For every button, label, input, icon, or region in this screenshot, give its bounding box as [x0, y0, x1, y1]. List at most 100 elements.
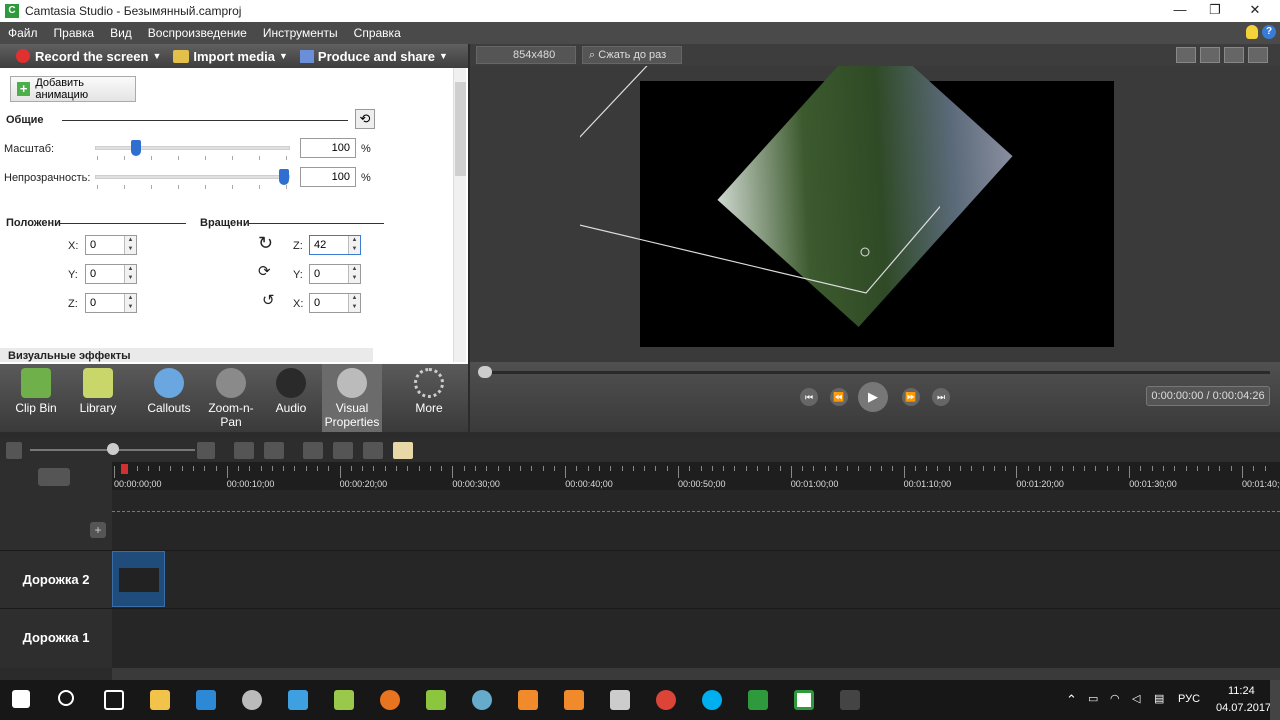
camtasia-taskbar-icon[interactable] — [748, 690, 768, 710]
skype-icon[interactable] — [702, 690, 722, 710]
add-animation-button[interactable]: + Добавить анимацию — [10, 76, 136, 102]
scrollbar-thumb[interactable] — [455, 82, 466, 176]
menu-file[interactable]: Файл — [0, 26, 46, 40]
search-icon[interactable] — [58, 690, 74, 706]
language-indicator[interactable]: РУС — [1178, 693, 1200, 705]
menu-playback[interactable]: Воспроизведение — [140, 26, 255, 40]
zoom-out-icon[interactable] — [6, 442, 22, 459]
menu-tools[interactable]: Инструменты — [255, 26, 346, 40]
playhead[interactable] — [121, 464, 128, 474]
zoom-in-icon[interactable] — [197, 442, 215, 459]
maximize-button[interactable]: ❐ — [1195, 0, 1235, 22]
produce-share-button[interactable]: Produce and share ▼ — [294, 49, 454, 64]
rot-x-input[interactable]: 0 ▲ ▼ — [309, 293, 361, 313]
media-clip[interactable] — [112, 551, 165, 607]
movie-app-icon[interactable] — [840, 690, 860, 710]
spinner-arrows[interactable]: ▲ ▼ — [124, 236, 136, 254]
scale-slider-track[interactable] — [95, 146, 290, 150]
zoom-slider-knob[interactable] — [107, 443, 119, 455]
app-icon[interactable] — [564, 690, 584, 710]
close-button[interactable]: ✕ — [1235, 0, 1275, 22]
tab-zoom-n-pan[interactable]: Zoom-n-Pan — [200, 364, 262, 432]
play-button[interactable]: ▶ — [858, 382, 888, 412]
calculator-icon[interactable] — [610, 690, 630, 710]
app-icon[interactable] — [426, 690, 446, 710]
app-icon[interactable] — [472, 690, 492, 710]
props-scrollbar[interactable] — [453, 68, 466, 362]
skip-end-icon[interactable]: ⏭ — [932, 388, 950, 406]
gear-app-icon[interactable] — [242, 690, 262, 710]
spinner-arrows[interactable]: ▲ ▼ — [348, 265, 360, 283]
scale-input[interactable]: 100 — [300, 138, 356, 158]
chrome-icon[interactable] — [656, 690, 676, 710]
tab-more[interactable]: More — [396, 364, 462, 432]
folder-app-icon[interactable] — [334, 690, 354, 710]
rewind-icon[interactable]: ⏪ — [830, 388, 848, 406]
record-screen-button[interactable]: Record the screen ▼ — [0, 49, 167, 64]
detach-icon[interactable] — [1248, 47, 1268, 63]
paste-icon[interactable] — [393, 442, 413, 459]
reset-button[interactable]: ⟲ — [355, 109, 375, 129]
notification-icon[interactable]: ▤ — [1154, 692, 1164, 705]
firefox-icon[interactable] — [380, 690, 400, 710]
copy-icon[interactable] — [363, 442, 383, 459]
tab-visual-properties[interactable]: Visual Properties — [322, 364, 382, 432]
menu-help[interactable]: Справка — [346, 26, 409, 40]
file-explorer-icon[interactable] — [150, 690, 170, 710]
timeline-ruler[interactable]: 00:00:00;00 00:00:10;00 00:00:20;00 00:00:3… — [112, 462, 1280, 490]
task-view-icon[interactable] — [104, 690, 124, 710]
help-icon[interactable]: ? — [1262, 25, 1276, 39]
tab-clip-bin[interactable]: Clip Bin — [6, 364, 66, 432]
hand-icon[interactable] — [1200, 47, 1220, 63]
volume-icon[interactable]: ◁ — [1132, 692, 1140, 705]
visual-effects-header[interactable]: Визуальные эффекты — [0, 348, 373, 362]
scrub-handle[interactable] — [478, 366, 492, 378]
gear-icon[interactable] — [38, 468, 70, 486]
monitor-app-icon[interactable] — [288, 690, 308, 710]
battery-icon[interactable]: ▭ — [1088, 692, 1098, 705]
zoom-dropdown[interactable]: ⌕ Сжать до раз — [582, 46, 682, 64]
app-icon[interactable] — [518, 690, 538, 710]
rot-y-input[interactable]: 0 ▲ ▼ — [309, 264, 361, 284]
pos-y-input[interactable]: 0 ▲ ▼ — [85, 264, 137, 284]
timeline-tracks[interactable] — [112, 490, 1280, 668]
scale-slider-knob[interactable] — [130, 140, 141, 156]
menu-edit[interactable]: Правка — [46, 26, 103, 40]
opacity-slider-track[interactable] — [95, 175, 290, 179]
wifi-icon[interactable]: ◠ — [1110, 692, 1120, 705]
scrub-track[interactable] — [480, 371, 1270, 374]
minimize-button[interactable]: — — [1160, 0, 1200, 22]
redo-icon[interactable] — [264, 442, 284, 459]
fit-icon[interactable] — [1224, 47, 1244, 63]
tab-audio[interactable]: Audio — [262, 364, 320, 432]
spinner-arrows[interactable]: ▲ ▼ — [348, 236, 360, 254]
transform-selection-box[interactable] — [580, 66, 940, 362]
tab-callouts[interactable]: Callouts — [138, 364, 200, 432]
camtasia-recorder-icon[interactable] — [794, 690, 814, 710]
pos-x-input[interactable]: 0 ▲ ▼ — [85, 235, 137, 255]
clock-date[interactable]: 04.07.2017 — [1216, 702, 1271, 714]
cut-icon[interactable] — [303, 442, 323, 459]
resolution-dropdown[interactable]: 854x480 — [476, 46, 576, 64]
crop-icon[interactable] — [1176, 47, 1196, 63]
split-icon[interactable] — [333, 442, 353, 459]
menu-view[interactable]: Вид — [102, 26, 140, 40]
opacity-input[interactable]: 100 — [300, 167, 356, 187]
opacity-slider-knob[interactable] — [279, 169, 290, 185]
clock-time[interactable]: 11:24 — [1228, 685, 1255, 697]
windows-start-icon[interactable] — [12, 690, 30, 708]
spinner-arrows[interactable]: ▲ ▼ — [124, 265, 136, 283]
spinner-arrows[interactable]: ▲ ▼ — [124, 294, 136, 312]
add-track-icon[interactable]: + — [90, 522, 106, 538]
skip-start-icon[interactable]: ⏮ — [800, 388, 818, 406]
rot-z-input[interactable]: 42 ▲ ▼ — [309, 235, 361, 255]
tab-library[interactable]: Library — [68, 364, 128, 432]
lightbulb-icon[interactable] — [1246, 25, 1258, 39]
timeline-scrollbar[interactable] — [112, 668, 1280, 680]
show-desktop-button[interactable] — [1270, 680, 1280, 720]
spinner-arrows[interactable]: ▲ ▼ — [348, 294, 360, 312]
undo-icon[interactable] — [234, 442, 254, 459]
fast-forward-icon[interactable]: ⏩ — [902, 388, 920, 406]
import-media-button[interactable]: Import media ▼ — [167, 49, 294, 64]
settings-app-icon[interactable] — [196, 690, 216, 710]
